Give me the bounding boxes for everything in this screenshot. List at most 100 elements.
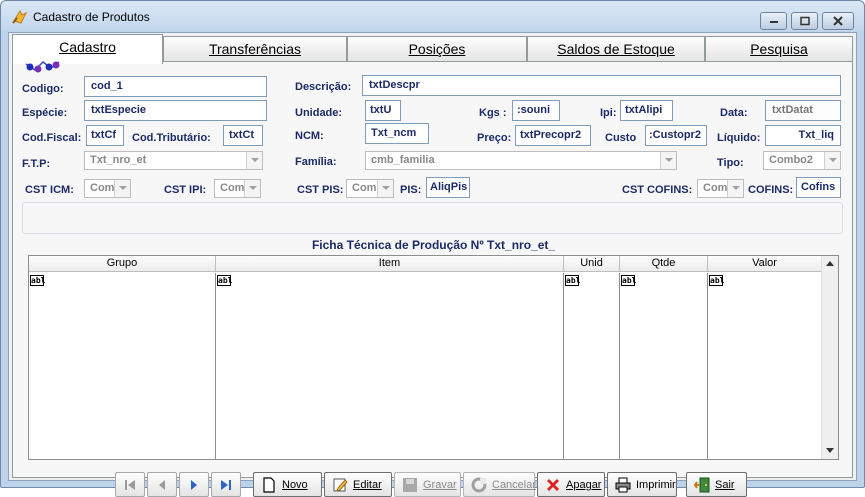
grid-column-unid[interactable]: abl: [564, 273, 620, 459]
grid-column-item[interactable]: abl: [216, 273, 564, 459]
node-graph-icon: [25, 61, 60, 73]
tab-posicoes[interactable]: Posições: [347, 36, 527, 61]
minimize-button[interactable]: [760, 12, 787, 30]
ftp-combo-value: Txt_nro_et: [90, 154, 147, 166]
cancelar-label: Cancelar: [492, 479, 537, 491]
grid-header-unid[interactable]: Unid: [564, 256, 620, 272]
tipo-dropdown-button[interactable]: [824, 152, 840, 169]
kgs-field[interactable]: :souni: [512, 100, 560, 121]
apagar-button[interactable]: Apagar: [537, 472, 605, 497]
especie-field[interactable]: txtEspecie: [84, 100, 267, 121]
tab-transferencias[interactable]: Transferências: [163, 36, 347, 61]
ficha-tecnica-grid[interactable]: Grupo Item Unid Qtde Valor abl abl abl a…: [28, 255, 839, 460]
sair-button[interactable]: Sair: [686, 472, 747, 497]
familia-dropdown-button[interactable]: [660, 152, 676, 169]
unidade-field[interactable]: txtU: [365, 100, 401, 121]
ipi-field[interactable]: txtAlipi: [620, 100, 673, 121]
cofins-field[interactable]: Cofins: [796, 177, 841, 198]
chevron-down-icon: [829, 158, 837, 162]
tipo-combo[interactable]: Combo2: [763, 151, 841, 170]
main-window: Cadastro de Produtos Cadastro Transferên…: [0, 0, 865, 497]
edit-icon: [333, 478, 348, 492]
ncm-label: NCM:: [295, 130, 324, 142]
cofins-label: COFINS:: [748, 184, 794, 196]
descricao-field[interactable]: txtDescpr: [362, 75, 841, 96]
grid-column-grupo[interactable]: abl: [29, 273, 216, 459]
pis-field[interactable]: AliqPis: [426, 177, 470, 198]
close-button[interactable]: [822, 12, 854, 30]
preco-field[interactable]: txtPrecopr2: [515, 125, 591, 146]
scroll-down-icon[interactable]: [826, 448, 834, 453]
cancelar-button[interactable]: Cancelar: [463, 472, 537, 497]
title-bar[interactable]: Cadastro de Produtos: [1, 1, 864, 31]
chevron-down-icon: [382, 186, 390, 190]
maximize-icon: [799, 16, 810, 26]
ftp-label: F.T.P:: [22, 158, 51, 170]
grid-vertical-scrollbar[interactable]: [821, 256, 838, 459]
grid-column-qtde[interactable]: abl: [620, 273, 708, 459]
sair-label: Sair: [715, 479, 735, 491]
next-record-button[interactable]: [179, 472, 209, 497]
codigo-label: Codigo:: [22, 83, 64, 95]
next-record-icon: [191, 479, 197, 490]
text-field-icon: abl: [621, 275, 637, 286]
ftp-combo[interactable]: Txt_nro_et: [84, 151, 263, 170]
familia-combo[interactable]: cmb_familia: [365, 151, 677, 170]
imprimir-button[interactable]: Imprimir: [607, 472, 677, 497]
first-record-button[interactable]: [115, 472, 145, 497]
cst-icm-combo-value: Com: [90, 182, 115, 194]
ftp-dropdown-button[interactable]: [246, 152, 262, 169]
grid-header-valor[interactable]: Valor: [708, 256, 822, 272]
unidade-label: Unidade:: [295, 107, 343, 119]
tab-pesquisa[interactable]: Pesquisa: [705, 36, 853, 61]
last-record-button[interactable]: [211, 472, 241, 497]
cst-ipi-combo[interactable]: Com: [214, 179, 261, 198]
codigo-field[interactable]: cod_1: [84, 76, 267, 97]
grid-header-qtde[interactable]: Qtde: [620, 256, 708, 272]
grid-header-grupo[interactable]: Grupo: [29, 256, 216, 272]
kgs-label: Kgs :: [479, 107, 507, 119]
preco-label: Preço:: [477, 132, 512, 144]
tax-group-frame: [22, 202, 843, 234]
custo-field[interactable]: :Custopr2: [645, 125, 707, 146]
data-field[interactable]: txtDatat: [765, 100, 841, 121]
cst-pis-combo[interactable]: Com: [346, 179, 394, 198]
maximize-button[interactable]: [791, 12, 818, 30]
liquido-field[interactable]: Txt_liq: [765, 125, 841, 146]
cst-pis-combo-value: Com: [352, 182, 377, 194]
previous-record-icon: [159, 479, 165, 490]
previous-record-button[interactable]: [147, 472, 177, 497]
tab-panel-cadastro: Codigo: cod_1 Descrição: txtDescpr Espéc…: [12, 61, 853, 497]
cst-icm-combo[interactable]: Com: [84, 179, 131, 198]
cst-icm-label: CST ICM:: [25, 184, 74, 196]
cst-cofins-combo[interactable]: Com: [697, 179, 744, 198]
cst-cofins-dropdown-button[interactable]: [727, 180, 743, 197]
client-area: Cadastro Transferências Posições Saldos …: [8, 32, 857, 497]
novo-label: Novo: [282, 479, 308, 491]
app-icon: [12, 9, 28, 24]
grid-column-valor[interactable]: abl: [708, 273, 822, 459]
scroll-up-icon[interactable]: [826, 261, 834, 266]
cst-icm-dropdown-button[interactable]: [114, 180, 130, 197]
last-record-icon: [221, 479, 231, 490]
cst-pis-dropdown-button[interactable]: [377, 180, 393, 197]
tab-saldos-de-estoque[interactable]: Saldos de Estoque: [527, 36, 705, 61]
tipo-combo-value: Combo2: [769, 154, 813, 166]
cod-tributario-field[interactable]: txtCt: [223, 125, 263, 146]
grid-header-item[interactable]: Item: [216, 256, 564, 272]
gravar-label: Gravar: [423, 479, 457, 491]
minimize-icon: [769, 21, 778, 23]
novo-button[interactable]: Novo: [253, 472, 322, 497]
custo-label: Custo: [605, 132, 637, 144]
exit-door-icon: [694, 477, 710, 493]
editar-button[interactable]: Editar: [324, 472, 392, 497]
cst-ipi-dropdown-button[interactable]: [244, 180, 260, 197]
close-icon: [833, 16, 843, 26]
descricao-label: Descrição:: [295, 81, 352, 93]
ncm-field[interactable]: Txt_ncm: [365, 123, 429, 144]
familia-combo-value: cmb_familia: [371, 154, 435, 166]
cst-cofins-label: CST COFINS:: [622, 184, 693, 196]
cod-fiscal-field[interactable]: txtCf: [86, 125, 124, 146]
first-record-icon: [125, 479, 135, 490]
gravar-button[interactable]: Gravar: [394, 472, 461, 497]
